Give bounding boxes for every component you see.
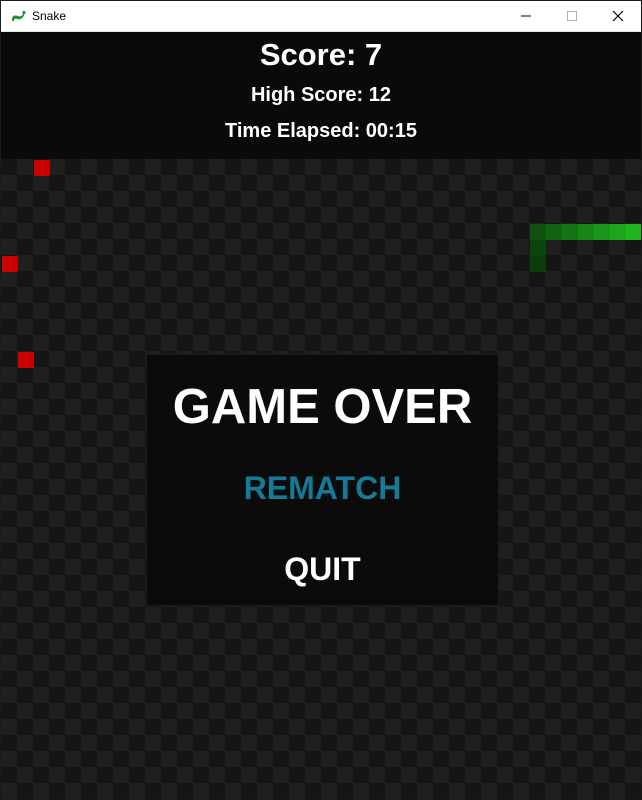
close-icon — [612, 10, 624, 22]
score-label: Score: 7 — [259, 37, 383, 72]
title-bar[interactable]: Snake — [1, 1, 641, 32]
food-item — [2, 256, 18, 272]
minimize-icon — [521, 15, 531, 17]
maximize-icon — [567, 11, 577, 21]
food-item — [18, 352, 34, 368]
snake-segment — [610, 224, 626, 240]
snake-segment — [530, 240, 546, 256]
snake-segment — [530, 256, 546, 272]
high-score-label: High Score: 12 — [250, 84, 392, 106]
maximize-button[interactable] — [549, 1, 595, 31]
snake-head — [626, 224, 641, 240]
game-over-dialog: GAME OVER REMATCH QUIT — [146, 354, 499, 606]
game-window: Snake Score: 7 High Score: 12 Time Elaps… — [0, 0, 642, 800]
snake-segment — [546, 224, 562, 240]
snake-segment — [530, 224, 546, 240]
minimize-button[interactable] — [503, 1, 549, 31]
rematch-button[interactable]: REMATCH — [147, 470, 498, 507]
score-panel: Score: 7 High Score: 12 Time Elapsed: 00… — [1, 32, 641, 159]
snake-icon — [12, 10, 26, 21]
snake-segment — [562, 224, 578, 240]
game-over-title: GAME OVER — [172, 380, 473, 434]
food-item — [34, 160, 50, 176]
snake-segment — [578, 224, 594, 240]
snake-segment — [594, 224, 610, 240]
close-button[interactable] — [595, 1, 641, 31]
time-elapsed-label: Time Elapsed: 00:15 — [225, 120, 417, 142]
window-title: Snake — [32, 9, 67, 23]
quit-button[interactable]: QUIT — [147, 551, 498, 588]
